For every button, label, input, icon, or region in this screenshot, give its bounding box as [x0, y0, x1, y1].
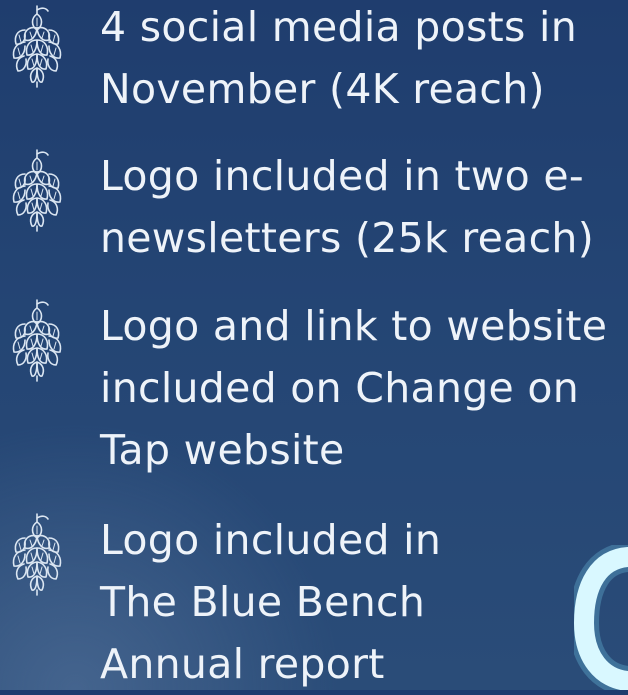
list-item-text: 4 social media posts in November (4K rea…: [100, 3, 577, 113]
hop-icon: [4, 148, 70, 232]
benefits-list: 4 social media posts in November (4K rea…: [0, 0, 628, 690]
hop-icon: [4, 4, 70, 88]
hop-icon: [4, 512, 70, 596]
list-item-text: Logo included in The Blue Bench Annual r…: [100, 516, 442, 688]
list-item-text: Logo and link to website included on Cha…: [100, 302, 608, 474]
list-item-text: Logo included in two e- newsletters (25k…: [100, 152, 595, 262]
glow-ring-decoration: [574, 545, 628, 690]
hop-icon: [4, 298, 70, 382]
